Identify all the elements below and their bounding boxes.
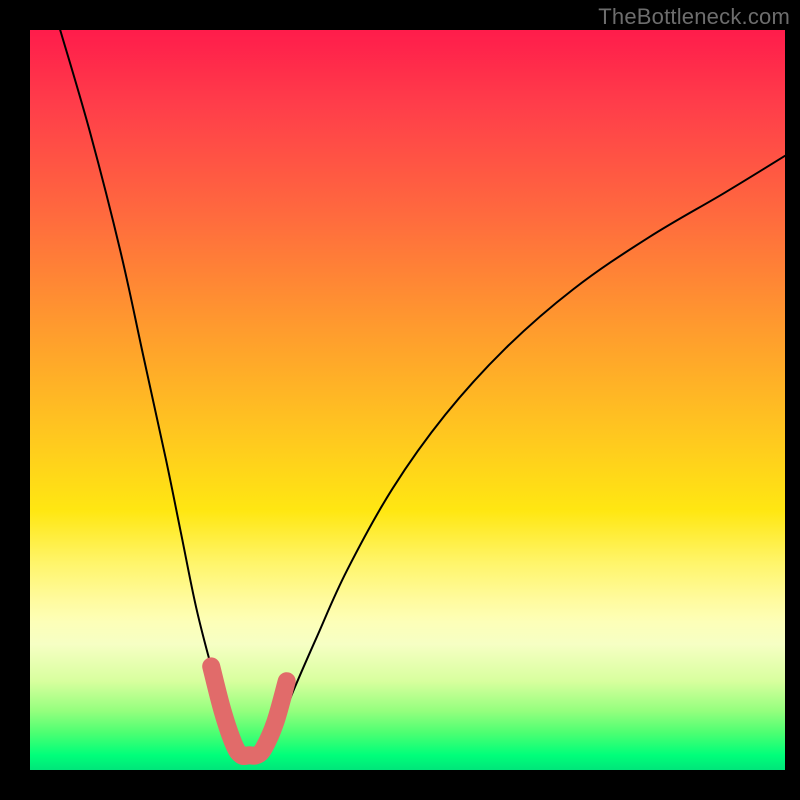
attribution-label: TheBottleneck.com [598, 4, 790, 30]
curve-layer [30, 30, 785, 770]
bottleneck-curve [60, 30, 785, 756]
chart-stage: TheBottleneck.com [0, 0, 800, 800]
plot-area [30, 30, 785, 770]
valley-highlight [211, 666, 287, 756]
